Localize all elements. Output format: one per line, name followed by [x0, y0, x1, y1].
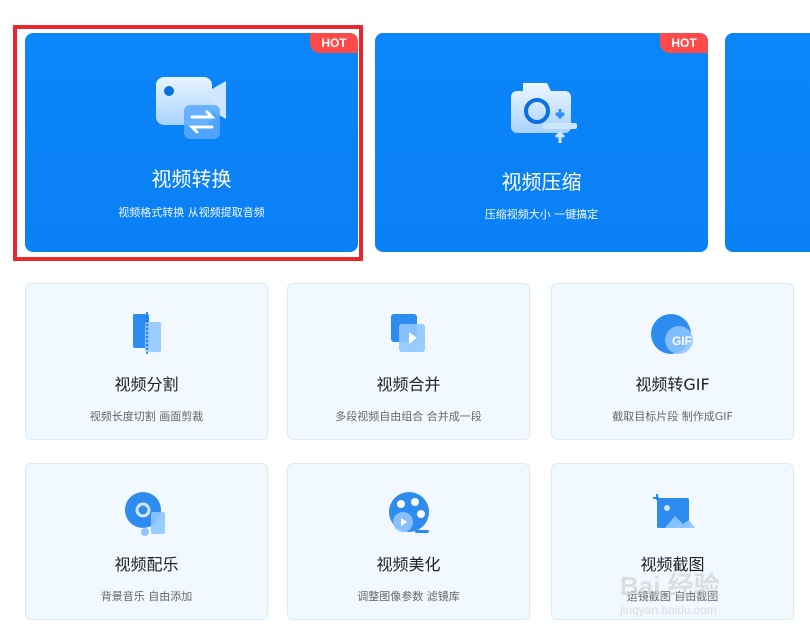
tool-subtitle: 截取目标片段 制作成GIF — [612, 410, 733, 423]
tool-card-video-merge[interactable]: 视频合并 多段视频自由组合 合并成一段 — [287, 283, 530, 440]
video-merge-icon — [390, 314, 425, 352]
watermark-brand: Bai 经验 — [620, 571, 720, 601]
screenshot-icon — [652, 494, 695, 528]
baidu-jingyan-watermark: Bai 经验 jingyan.baidu.com — [612, 566, 782, 634]
tool-title: 视频转GIF — [635, 375, 710, 394]
video-split-icon — [132, 312, 161, 356]
hot-badge: HOT — [660, 33, 708, 53]
tool-title: 视频美化 — [376, 555, 441, 574]
music-icon — [124, 492, 165, 536]
tool-subtitle: 背景音乐 自由添加 — [100, 590, 193, 603]
tool-subtitle: 视频长度切割 画面剪裁 — [89, 410, 204, 423]
tool-subtitle: 多段视频自由组合 合并成一段 — [335, 410, 482, 423]
featured-card-video-compress[interactable]: HOT 视频压缩 压缩视频大小 一键搞定 — [375, 33, 708, 252]
featured-card-partial[interactable] — [725, 33, 810, 252]
palette-icon — [388, 492, 429, 533]
svg-text:GIF: GIF — [672, 334, 692, 348]
watermark-url: jingyan.baidu.com — [620, 603, 717, 617]
featured-title: 视频压缩 — [501, 170, 582, 194]
tool-title: 视频配乐 — [114, 555, 179, 574]
tool-card-video-music[interactable]: 视频配乐 背景音乐 自由添加 — [25, 463, 268, 620]
tool-card-video-to-gif[interactable]: GIF 视频转GIF 截取目标片段 制作成GIF — [551, 283, 794, 440]
tool-title: 视频合并 — [376, 375, 441, 394]
video-compress-icon — [510, 83, 577, 143]
gif-icon: GIF — [650, 314, 693, 354]
highlight-box — [13, 25, 363, 261]
featured-subtitle: 压缩视频大小 一键搞定 — [484, 208, 599, 221]
tool-card-video-split[interactable]: 视频分割 视频长度切割 画面剪裁 — [25, 283, 268, 440]
tool-title: 视频分割 — [114, 375, 179, 394]
tool-subtitle: 调整图像参数 滤镜库 — [357, 590, 460, 603]
tool-card-video-beautify[interactable]: 视频美化 调整图像参数 滤镜库 — [287, 463, 530, 620]
